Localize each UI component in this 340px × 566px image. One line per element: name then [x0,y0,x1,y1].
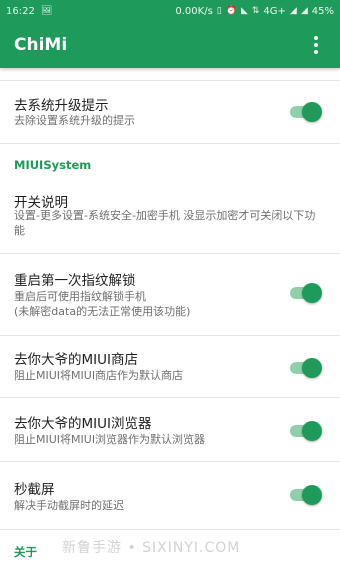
setting-title: 秒截屏 [14,482,55,498]
toggle-thumb [302,102,322,122]
network-type: 4G+ [263,5,286,17]
vibrate-icon: ▯ [216,5,222,16]
setting-title: 重启第一次指纹解锁 [14,273,136,289]
setting-title: 去你大爷的MIUI浏览器 [14,416,152,432]
transfer-icon: ⇅ [251,5,260,16]
wifi-icon: ◣ [240,5,248,16]
app-title: ChiMi [14,35,68,55]
signal-icon-2: ◢ [300,5,308,16]
overflow-menu-button[interactable] [306,33,326,57]
setting-subtitle: 重启后可使用指纹解锁手机 (未解密data的无法正常使用该功能) [14,290,191,318]
status-right: 0.00K/s ▯ ⏰ ◣ ⇅ 4G+ ◢ ◢ 45% [175,6,334,17]
battery-level: 45% [311,5,334,17]
setting-item-miui-store[interactable]: 去你大爷的MIUI商店 阻止MIUI将MIUI商店作为默认商店 [0,336,340,398]
app-bar: ChiMi [0,22,340,68]
alarm-icon: ⏰ [225,5,237,16]
toggle-switch[interactable] [288,484,322,506]
net-speed: 0.00K/s [175,5,213,17]
signal-icon: ◢ [289,5,297,16]
menu-dot-icon [314,36,318,40]
setting-subtitle: 去除设置系统升级的提示 [14,114,135,127]
setting-subtitle: 设置-更多设置-系统安全-加密手机 没显示加密才可关闭以下功能 [14,209,316,237]
setting-subtitle: 解决手动截屏时的延迟 [14,499,124,512]
setting-subtitle: 阻止MIUI将MIUI浏览器作为默认浏览器 [14,433,206,446]
setting-title: 去你大爷的MIUI商店 [14,352,138,368]
menu-dot-icon [314,43,318,47]
toggle-switch[interactable] [288,101,322,123]
setting-title: 去系统升级提示 [14,98,109,114]
status-time: 16:22 [6,5,35,17]
toggle-thumb [302,485,322,505]
toggle-thumb [302,283,322,303]
menu-dot-icon [314,50,318,54]
toggle-switch[interactable] [288,357,322,379]
setting-item-hide-update[interactable]: 去系统升级提示 去除设置系统升级的提示 [0,81,340,144]
setting-item-fingerprint-unlock[interactable]: 重启第一次指纹解锁 重启后可使用指纹解锁手机 (未解密data的无法正常使用该功… [0,254,340,336]
toggle-switch[interactable] [288,282,322,304]
toggle-switch[interactable] [288,420,322,442]
section-header-miuisystem: MIUISystem [14,158,92,172]
setting-item-switch-info[interactable]: 开关说明 设置-更多设置-系统安全-加密手机 没显示加密才可关闭以下功能 [0,178,340,254]
status-bar: 16:22 🖼 0.00K/s ▯ ⏰ ◣ ⇅ 4G+ ◢ ◢ 45% [0,0,340,22]
toggle-thumb [302,358,322,378]
watermark: 新鲁手游 • SIXINYI.COM [62,540,241,556]
notification-icon: 🖼 [40,5,53,16]
setting-item-miui-browser[interactable]: 去你大爷的MIUI浏览器 阻止MIUI将MIUI浏览器作为默认浏览器 [0,398,340,462]
setting-subtitle: 阻止MIUI将MIUI商店作为默认商店 [14,369,184,382]
setting-item-fast-screenshot[interactable]: 秒截屏 解决手动截屏时的延迟 [0,462,340,530]
section-header-about: 关于 [14,545,37,559]
toggle-thumb [302,421,322,441]
